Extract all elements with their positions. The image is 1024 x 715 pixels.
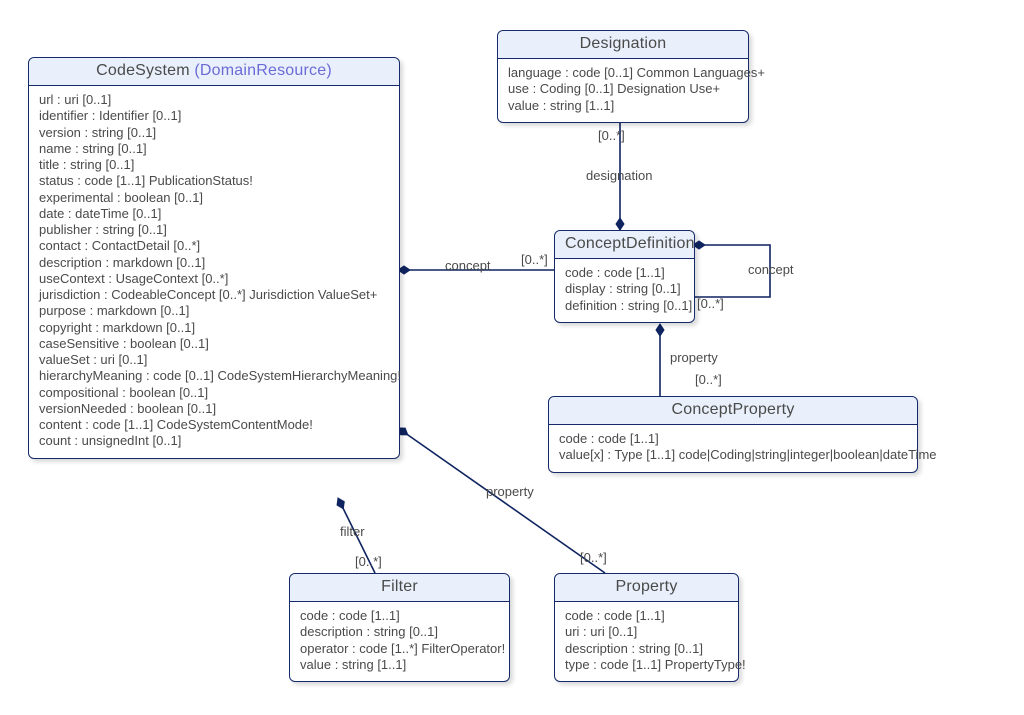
attr-item: code : code [1..1] <box>565 265 684 281</box>
class-title: ConceptDefinition <box>565 235 695 252</box>
attr-item: language : code [0..1] Common Languages+ <box>508 65 738 81</box>
attr-item: jurisdiction : CodeableConcept [0..*] Ju… <box>39 287 389 303</box>
attr-item: useContext : UsageContext [0..*] <box>39 271 389 287</box>
assoc-mult-property: [0..*] <box>580 550 607 565</box>
attr-list: code : code [1..1]description : string [… <box>300 608 499 673</box>
class-title: Designation <box>580 35 667 52</box>
attr-item: value : string [1..1] <box>300 657 499 673</box>
attr-item: use : Coding [0..1] Designation Use+ <box>508 81 738 97</box>
class-codesystem: CodeSystem (DomainResource) url : uri [0… <box>28 57 400 459</box>
class-conceptproperty: ConceptProperty code : code [1..1]value[… <box>548 396 918 473</box>
attr-list: code : code [1..1]uri : uri [0..1]descri… <box>565 608 728 673</box>
assoc-label-designation: designation <box>586 168 653 183</box>
class-title: CodeSystem <box>96 62 190 79</box>
attr-item: type : code [1..1] PropertyType! <box>565 657 728 673</box>
assoc-label-concept: concept <box>445 258 491 273</box>
class-conceptdefinition: ConceptDefinition code : code [1..1]disp… <box>554 230 695 323</box>
attr-item: uri : uri [0..1] <box>565 624 728 640</box>
assoc-label-filter: filter <box>340 524 365 539</box>
class-designation: Designation language : code [0..1] Commo… <box>497 30 749 123</box>
attr-list: code : code [1..1]value[x] : Type [1..1]… <box>559 431 907 464</box>
attr-item: status : code [1..1] PublicationStatus! <box>39 173 389 189</box>
attr-item: identifier : Identifier [0..1] <box>39 108 389 124</box>
attr-list: language : code [0..1] Common Languages+… <box>508 65 738 114</box>
attr-item: description : string [0..1] <box>300 624 499 640</box>
attr-list: url : uri [0..1]identifier : Identifier … <box>39 92 389 450</box>
attr-item: url : uri [0..1] <box>39 92 389 108</box>
attr-item: contact : ContactDetail [0..*] <box>39 238 389 254</box>
attr-item: description : string [0..1] <box>565 641 728 657</box>
assoc-label-conceptprop: property <box>670 350 718 365</box>
assoc-mult-filter: [0..*] <box>355 554 382 569</box>
attr-item: code : code [1..1] <box>565 608 728 624</box>
class-title: ConceptProperty <box>671 401 794 418</box>
assoc-mult-conceptprop: [0..*] <box>695 372 722 387</box>
uml-diagram: CodeSystem (DomainResource) url : uri [0… <box>0 0 1024 715</box>
attr-item: code : code [1..1] <box>559 431 907 447</box>
attr-item: name : string [0..1] <box>39 141 389 157</box>
attr-item: versionNeeded : boolean [0..1] <box>39 401 389 417</box>
attr-item: description : markdown [0..1] <box>39 255 389 271</box>
attr-item: experimental : boolean [0..1] <box>39 190 389 206</box>
attr-item: display : string [0..1] <box>565 281 684 297</box>
attr-item: operator : code [1..*] FilterOperator! <box>300 641 499 657</box>
attr-item: title : string [0..1] <box>39 157 389 173</box>
attr-item: date : dateTime [0..1] <box>39 206 389 222</box>
attr-item: publisher : string [0..1] <box>39 222 389 238</box>
assoc-label-property: property <box>486 484 534 499</box>
attr-item: content : code [1..1] CodeSystemContentM… <box>39 417 389 433</box>
attr-item: compositional : boolean [0..1] <box>39 385 389 401</box>
assoc-mult-designation: [0..*] <box>598 128 625 143</box>
attr-item: code : code [1..1] <box>300 608 499 624</box>
attr-item: caseSensitive : boolean [0..1] <box>39 336 389 352</box>
attr-item: version : string [0..1] <box>39 125 389 141</box>
class-title: Property <box>615 578 677 595</box>
attr-item: definition : string [0..1] <box>565 298 684 314</box>
attr-item: value[x] : Type [1..1] code|Coding|strin… <box>559 447 907 463</box>
assoc-mult-concept: [0..*] <box>521 252 548 267</box>
assoc-label-selfconcept: concept <box>748 262 794 277</box>
class-filter: Filter code : code [1..1]description : s… <box>289 573 510 682</box>
assoc-mult-selfconcept: [0..*] <box>697 296 724 311</box>
attr-item: value : string [1..1] <box>508 98 738 114</box>
attr-list: code : code [1..1]display : string [0..1… <box>565 265 684 314</box>
attr-item: hierarchyMeaning : code [0..1] CodeSyste… <box>39 368 389 384</box>
attr-item: count : unsignedInt [0..1] <box>39 433 389 449</box>
class-title: Filter <box>381 578 418 595</box>
attr-item: valueSet : uri [0..1] <box>39 352 389 368</box>
attr-item: copyright : markdown [0..1] <box>39 320 389 336</box>
class-property: Property code : code [1..1]uri : uri [0.… <box>554 573 739 682</box>
attr-item: purpose : markdown [0..1] <box>39 303 389 319</box>
